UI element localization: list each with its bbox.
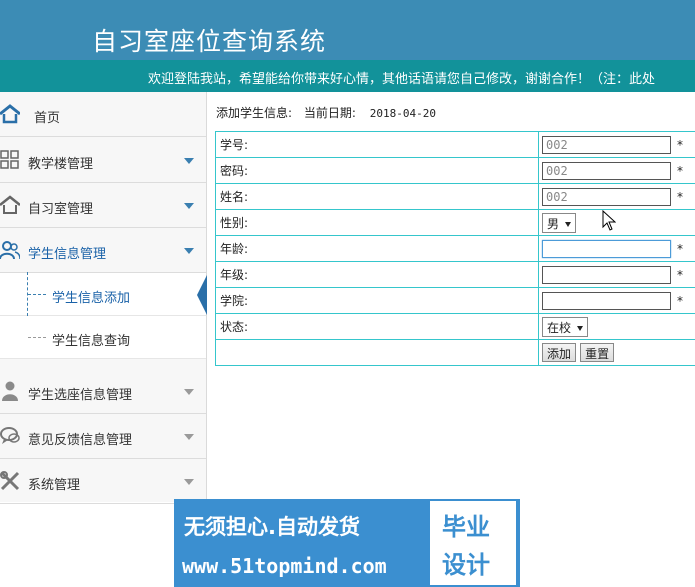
form-row-actions: 添加 重置 bbox=[214, 339, 695, 366]
sidebar-item-label: 自习室管理 bbox=[28, 202, 94, 217]
sidebar-item-label: 意见反馈信息管理 bbox=[28, 433, 133, 448]
field-label: 学院: bbox=[214, 287, 540, 314]
chevron-down-icon bbox=[184, 203, 194, 209]
current-date: 2018-04-20 bbox=[369, 107, 436, 120]
sidebar-item-seat-selection[interactable]: 学生选座信息管理 bbox=[0, 369, 206, 414]
banner-badge-line-1: 毕业 bbox=[442, 513, 490, 541]
caret-down-icon bbox=[565, 221, 572, 227]
sidebar-item-buildings[interactable]: 教学楼管理 bbox=[0, 138, 206, 183]
sidebar-item-students[interactable]: 学生信息管理 bbox=[0, 228, 206, 273]
required-mark: * bbox=[677, 267, 684, 282]
sidebar-item-label: 教学楼管理 bbox=[28, 157, 94, 172]
sidebar-item-label: 首页 bbox=[34, 111, 61, 126]
field-label: 学号: bbox=[214, 131, 540, 158]
sidebar-item-home[interactable]: 首页 bbox=[0, 92, 206, 137]
sidebar: 首页 教学楼管理 自习室管理 学生信息管理 学生信息添加 学生信息查询 学生选座… bbox=[0, 92, 207, 504]
status-select[interactable]: 在校 bbox=[542, 316, 589, 337]
form-row-name: 姓名: 002 * bbox=[214, 183, 695, 210]
home-outline-icon bbox=[0, 195, 20, 214]
tree-line bbox=[27, 272, 28, 316]
banner-line-1: 无须担心.自动发货 bbox=[184, 515, 360, 539]
sidebar-item-label: 学生信息管理 bbox=[28, 247, 107, 262]
status-value: 在校 bbox=[547, 320, 572, 335]
student-id-input[interactable]: 002 bbox=[542, 135, 672, 154]
sidebar-item-system[interactable]: 系统管理 bbox=[0, 459, 206, 504]
required-mark: * bbox=[677, 163, 684, 178]
users-icon bbox=[0, 241, 20, 260]
home-icon bbox=[0, 104, 20, 124]
required-mark: * bbox=[677, 189, 684, 204]
app-header: 自习室座位查询系统 bbox=[0, 0, 695, 60]
grid-icon bbox=[0, 150, 19, 169]
chevron-down-icon bbox=[184, 389, 194, 395]
app-title: 自习室座位查询系统 bbox=[92, 27, 327, 56]
field-label: 密码: bbox=[214, 157, 540, 184]
user-icon bbox=[2, 381, 18, 401]
form-row-grade: 年级: * bbox=[214, 261, 695, 288]
field-label: 年级: bbox=[214, 261, 540, 288]
notice-bar: 欢迎登陆我站，希望能给你带来好心情，其他话语请您自己修改，谢谢合作！（注：此处 bbox=[0, 60, 695, 92]
page-heading: 添加学生信息: 当前日期: 2018-04-20 bbox=[216, 104, 436, 121]
page-title: 添加学生信息: bbox=[216, 106, 293, 120]
name-input[interactable]: 002 bbox=[542, 187, 672, 206]
form-row-age: 年龄: * bbox=[214, 235, 695, 262]
chevron-down-icon bbox=[184, 248, 194, 254]
form-row-college: 学院: * bbox=[214, 287, 695, 314]
caret-down-icon bbox=[577, 325, 584, 331]
comment-icon bbox=[0, 427, 20, 444]
form-row-password: 密码: 002 * bbox=[214, 157, 695, 184]
chevron-down-icon bbox=[184, 434, 194, 440]
field-label: 状态: bbox=[214, 313, 540, 340]
form-row-gender: 性别: 男 bbox=[214, 209, 695, 236]
active-pointer-icon bbox=[197, 275, 207, 315]
sidebar-subitem-label: 学生信息添加 bbox=[52, 291, 131, 306]
gender-value: 男 bbox=[547, 216, 560, 231]
college-input[interactable] bbox=[542, 291, 672, 310]
notice-text: 欢迎登陆我站，希望能给你带来好心情，其他话语请您自己修改，谢谢合作！（注：此处 bbox=[148, 72, 656, 87]
banner-badge-line-2: 设计 bbox=[442, 551, 490, 579]
student-form: 学号: 002 * 密码: 002 * 姓名: 002 * 性别: 男 年龄: * 年… bbox=[214, 131, 695, 366]
sidebar-item-study-rooms[interactable]: 自习室管理 bbox=[0, 183, 206, 228]
banner-line-2: www.51topmind.com bbox=[182, 554, 387, 578]
grade-input[interactable] bbox=[542, 265, 672, 284]
age-input[interactable] bbox=[542, 239, 672, 258]
watermark-banner: 无须担心.自动发货 www.51topmind.com 毕业 设计 bbox=[174, 499, 520, 587]
sidebar-item-label: 系统管理 bbox=[28, 478, 81, 493]
sidebar-subitem-label: 学生信息查询 bbox=[52, 334, 131, 349]
tree-connector bbox=[28, 294, 46, 295]
tree-connector bbox=[28, 337, 46, 338]
form-row-student-id: 学号: 002 * bbox=[214, 131, 695, 158]
sidebar-item-feedback[interactable]: 意见反馈信息管理 bbox=[0, 414, 206, 459]
date-label: 当前日期: bbox=[303, 106, 356, 120]
banner-badge: 毕业 设计 bbox=[430, 501, 516, 585]
sidebar-subitem-add-student[interactable]: 学生信息添加 bbox=[0, 273, 206, 316]
reset-button[interactable]: 重置 bbox=[580, 343, 615, 362]
mouse-cursor-icon bbox=[602, 210, 616, 231]
required-mark: * bbox=[677, 293, 684, 308]
password-input[interactable]: 002 bbox=[542, 161, 672, 180]
chevron-down-icon bbox=[184, 158, 194, 164]
required-mark: * bbox=[677, 137, 684, 152]
field-label: 姓名: bbox=[214, 183, 540, 210]
form-row-status: 状态: 在校 bbox=[214, 313, 695, 340]
field-label: 年龄: bbox=[214, 235, 540, 262]
sidebar-subitem-query-student[interactable]: 学生信息查询 bbox=[0, 316, 206, 359]
add-button[interactable]: 添加 bbox=[542, 343, 577, 362]
field-label: 性别: bbox=[214, 209, 540, 236]
required-mark: * bbox=[677, 241, 684, 256]
gender-select[interactable]: 男 bbox=[542, 212, 577, 233]
tools-icon bbox=[0, 471, 20, 491]
chevron-down-icon bbox=[184, 479, 194, 485]
sidebar-item-label: 学生选座信息管理 bbox=[28, 388, 133, 403]
